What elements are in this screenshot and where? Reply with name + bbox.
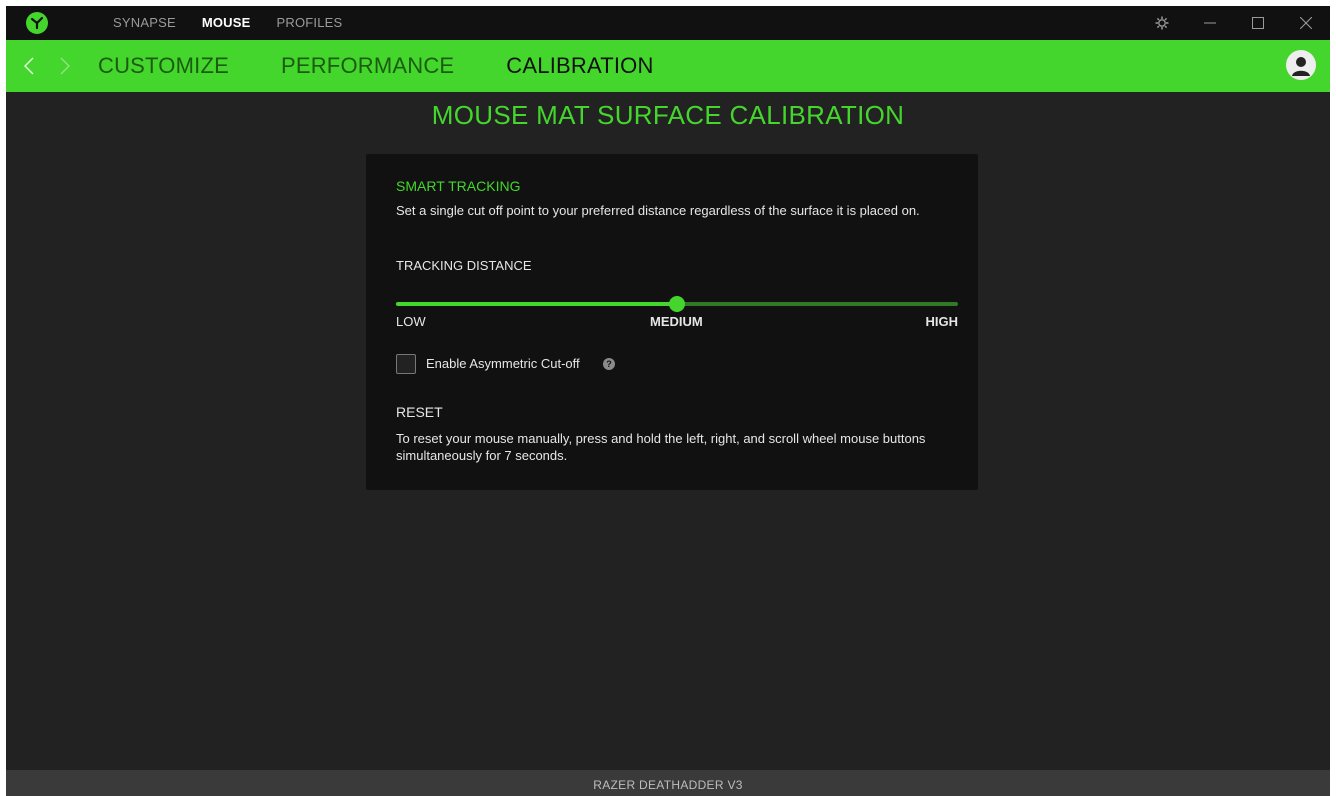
nav-profiles[interactable]: PROFILES: [264, 6, 356, 40]
device-status-bar: RAZER DEATHADDER V3: [6, 770, 1330, 796]
smart-tracking-description: Set a single cut off point to your prefe…: [396, 203, 920, 218]
title-bar: SYNAPSE MOUSE PROFILES: [6, 6, 1330, 40]
back-button[interactable]: [20, 54, 40, 78]
sub-nav: CUSTOMIZE PERFORMANCE CALIBRATION: [6, 40, 1330, 92]
reset-heading: RESET: [396, 404, 443, 420]
tracking-distance-label: TRACKING DISTANCE: [396, 258, 532, 273]
slider-thumb[interactable]: [669, 296, 685, 312]
avatar[interactable]: [1286, 50, 1316, 80]
slider-high-label: HIGH: [925, 314, 959, 329]
minimize-button[interactable]: [1186, 6, 1234, 40]
forward-button[interactable]: [54, 54, 74, 78]
settings-button[interactable]: [1138, 6, 1186, 40]
asymmetric-cutoff-label[interactable]: Enable Asymmetric Cut-off: [426, 356, 580, 371]
chevron-right-icon: [60, 57, 70, 75]
asymmetric-cutoff-checkbox[interactable]: [396, 354, 416, 374]
close-icon: [1300, 17, 1312, 29]
device-name: RAZER DEATHADDER V3: [593, 778, 743, 792]
reset-description: To reset your mouse manually, press and …: [396, 431, 926, 463]
sub-tabs: CUSTOMIZE PERFORMANCE CALIBRATION: [98, 40, 706, 92]
slider-fill: [396, 302, 677, 306]
gear-icon: [1155, 16, 1169, 30]
tracking-distance-slider[interactable]: [396, 296, 958, 312]
nav-synapse[interactable]: SYNAPSE: [100, 6, 189, 40]
minimize-icon: [1204, 22, 1216, 24]
smart-tracking-heading: SMART TRACKING: [396, 178, 521, 194]
tab-calibration[interactable]: CALIBRATION: [506, 40, 653, 92]
tab-performance[interactable]: PERFORMANCE: [281, 40, 454, 92]
help-icon[interactable]: ?: [603, 358, 615, 370]
tab-customize[interactable]: CUSTOMIZE: [98, 40, 229, 92]
slider-medium-label: MEDIUM: [650, 314, 703, 329]
page-title: MOUSE MAT SURFACE CALIBRATION: [431, 100, 905, 130]
maximize-button[interactable]: [1234, 6, 1282, 40]
maximize-icon: [1252, 17, 1264, 29]
close-button[interactable]: [1282, 6, 1330, 40]
chevron-left-icon: [24, 57, 34, 75]
razer-logo-icon[interactable]: [26, 12, 48, 34]
slider-low-label: LOW: [396, 314, 426, 329]
calibration-panel: SMART TRACKING Set a single cut off poin…: [366, 154, 978, 490]
nav-mouse[interactable]: MOUSE: [189, 6, 264, 40]
top-nav: SYNAPSE MOUSE PROFILES: [100, 6, 355, 40]
window-controls: [1138, 6, 1330, 40]
synapse-window: SYNAPSE MOUSE PROFILES CUSTOMIZE PERFORM…: [6, 6, 1330, 796]
user-icon: [1292, 57, 1310, 76]
